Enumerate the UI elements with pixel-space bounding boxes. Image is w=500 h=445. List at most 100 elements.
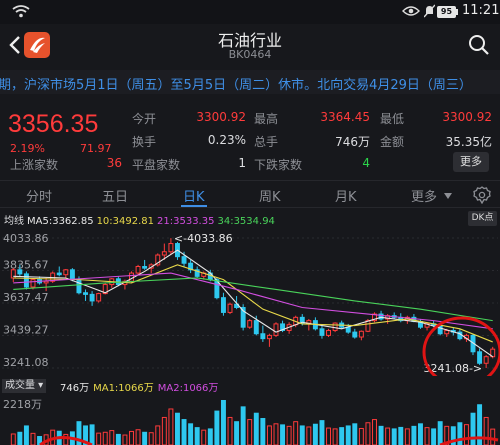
candle-body bbox=[444, 329, 450, 335]
ma10-value: 10:3492.81 bbox=[96, 216, 155, 227]
volume-bar bbox=[129, 430, 134, 445]
volume-bar bbox=[378, 425, 384, 445]
volume-bar bbox=[247, 419, 253, 445]
volume-chart[interactable]: 2218万 bbox=[0, 394, 500, 445]
volume-bar bbox=[161, 416, 167, 445]
volume-bar bbox=[385, 427, 391, 445]
volume-bar bbox=[431, 428, 437, 445]
gear-icon[interactable] bbox=[473, 186, 491, 204]
turnover-label: 换手 bbox=[132, 135, 157, 149]
volume-bar bbox=[266, 425, 272, 445]
tab-five-day[interactable]: 五日 bbox=[102, 186, 128, 205]
volume-bar bbox=[372, 419, 377, 445]
volume-indicator-tag[interactable]: 成交量 ▾ bbox=[2, 379, 47, 393]
volume-bar bbox=[207, 428, 213, 445]
tab-weekly-k[interactable]: 周K bbox=[259, 186, 281, 205]
volume-bar bbox=[155, 425, 161, 445]
volume-bar bbox=[17, 431, 23, 445]
candle-body bbox=[227, 303, 233, 313]
candlestick-chart[interactable]: 4033.86 3835.67 3637.47 3439.27 3241.08 <-403… bbox=[0, 228, 500, 376]
eye-icon bbox=[402, 6, 420, 16]
caret-down-icon[interactable] bbox=[444, 193, 452, 199]
turnover-value: 0.23% bbox=[207, 133, 246, 147]
volume-bar bbox=[109, 430, 115, 445]
volume-bar bbox=[424, 427, 430, 445]
volume-bar bbox=[398, 426, 404, 445]
volume-bar bbox=[391, 428, 397, 445]
header: 石油行业 BK0464 bbox=[0, 24, 500, 68]
candle-body bbox=[352, 331, 358, 338]
volume-bar bbox=[234, 421, 240, 445]
volume-bar bbox=[188, 423, 194, 445]
volume-bar bbox=[240, 406, 246, 445]
volume-bar bbox=[312, 423, 318, 445]
volume-bar bbox=[96, 432, 102, 445]
tab-more[interactable]: 更多 bbox=[411, 186, 437, 205]
flat-count-label: 平盘家数 bbox=[132, 158, 181, 172]
y-tick-label: 4033.86 bbox=[3, 232, 49, 245]
volume-bar bbox=[470, 412, 476, 445]
candle-body bbox=[220, 297, 226, 313]
ma5-value: MA5:3362.85 bbox=[27, 216, 94, 227]
volume-bar bbox=[404, 428, 410, 445]
current-price: 3356.35 bbox=[8, 110, 99, 138]
volume-bar bbox=[10, 433, 16, 445]
volume-bar bbox=[253, 412, 259, 445]
search-icon[interactable] bbox=[468, 34, 490, 56]
volume-bar bbox=[89, 424, 95, 445]
active-tab-indicator bbox=[181, 205, 207, 207]
more-button[interactable]: 更多 bbox=[453, 152, 489, 172]
market-notice-banner[interactable]: 期，沪深市场5月1日（周五）至5月5日（周二）休市。北向交易4月29日（周三） bbox=[0, 70, 500, 94]
clock: 11:21 bbox=[462, 3, 500, 18]
candle-body bbox=[23, 273, 29, 288]
volume-bar bbox=[115, 433, 121, 445]
battery-tip bbox=[456, 9, 458, 15]
change-percent: 2.19% bbox=[10, 142, 45, 155]
volume-bar bbox=[339, 427, 345, 445]
candle-body bbox=[253, 320, 259, 335]
change-amount: 71.97 bbox=[80, 142, 112, 155]
volume-bar bbox=[411, 425, 417, 445]
falling-count-value: 4 bbox=[362, 156, 370, 170]
high-value: 3364.45 bbox=[320, 110, 370, 124]
y-tick-label: 3637.47 bbox=[3, 291, 49, 304]
ma34-value: 34:3534.94 bbox=[217, 216, 275, 227]
volume-bar bbox=[201, 429, 207, 445]
volume-bar bbox=[306, 426, 312, 445]
volume-bar bbox=[227, 416, 233, 445]
volume-bar bbox=[280, 424, 286, 445]
tab-daily-k[interactable]: 日K bbox=[183, 186, 205, 205]
volume-bar bbox=[148, 432, 154, 445]
candle-body bbox=[96, 293, 102, 302]
volume-bar bbox=[23, 425, 29, 445]
tab-monthly-k[interactable]: 月K bbox=[335, 186, 357, 205]
mute-icon bbox=[424, 4, 435, 18]
sector-code: BK0464 bbox=[228, 48, 272, 61]
candle-body bbox=[17, 269, 23, 275]
candle-body bbox=[76, 279, 82, 294]
candle-body bbox=[63, 269, 69, 276]
candle-body bbox=[69, 269, 75, 281]
volume-ma1: MA1:1066万 bbox=[93, 383, 154, 394]
rising-count-label: 上涨家数 bbox=[10, 158, 59, 172]
low-label: 最低 bbox=[380, 112, 405, 126]
open-label: 今开 bbox=[132, 112, 157, 126]
volume-bar bbox=[490, 428, 496, 445]
candle-body bbox=[273, 323, 279, 336]
candle-body bbox=[260, 333, 266, 340]
amount-label: 金额 bbox=[380, 135, 405, 149]
candle-body bbox=[135, 266, 141, 274]
candle-body bbox=[161, 251, 167, 256]
candle-body bbox=[181, 256, 187, 264]
candle-body bbox=[56, 272, 62, 276]
total-hands-label: 总手 bbox=[254, 135, 279, 149]
tab-intraday[interactable]: 分时 bbox=[26, 186, 52, 205]
total-hands-value: 746万 bbox=[335, 135, 370, 149]
volume-bar bbox=[122, 434, 128, 445]
candle-body bbox=[266, 334, 272, 340]
volume-bar bbox=[102, 431, 108, 445]
volume-bar bbox=[332, 428, 338, 445]
dk-point-button[interactable]: DK点 bbox=[468, 211, 497, 226]
battery-level: 95 bbox=[437, 6, 456, 18]
candle-body bbox=[83, 292, 88, 295]
